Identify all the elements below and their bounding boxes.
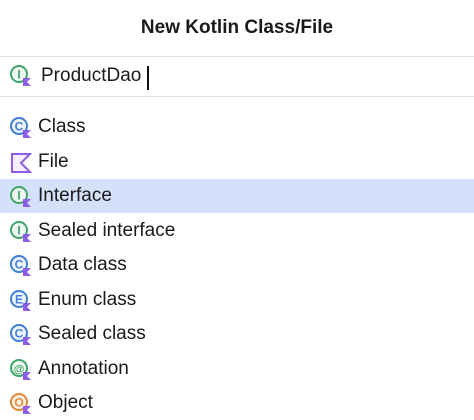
kotlin-interface-icon: I [9,185,33,209]
kind-label: Class [38,116,86,137]
kind-item-interface[interactable]: I Interface [0,179,474,213]
kotlin-file-icon [9,151,33,175]
svg-text:@: @ [14,363,25,375]
kind-label: Interface [38,185,112,206]
kind-label: Data class [38,254,127,275]
class-name-input[interactable] [38,62,461,90]
kotlin-annotation-icon: @ [9,358,33,382]
kind-label: Object [38,392,93,413]
kind-item-class[interactable]: C Class [0,110,474,144]
kind-item-object[interactable]: O Object [0,386,474,420]
kind-item-file[interactable]: File [0,145,474,179]
kind-item-sealed-class[interactable]: C Sealed class [0,317,474,351]
kind-item-enum-class[interactable]: E Enum class [0,283,474,317]
kind-label: Annotation [38,357,129,379]
kotlin-class-icon: C [9,116,33,140]
svg-text:E: E [15,292,23,306]
dialog-title: New Kotlin Class/File [0,0,474,57]
kind-label: Sealed interface [38,219,176,241]
svg-text:C: C [15,120,24,134]
text-caret [147,66,149,90]
svg-text:C: C [15,327,24,341]
kotlin-object-icon: O [9,392,33,416]
kotlin-class-icon: C [9,254,33,278]
kind-label: Sealed class [38,323,146,344]
svg-text:I: I [17,68,20,82]
kotlin-interface-icon: I [9,64,33,88]
new-kotlin-class-dialog: New Kotlin Class/File I C Class File I Inter… [0,0,474,414]
kind-item-sealed-interface[interactable]: I Sealed interface [0,214,474,248]
kind-label: File [38,150,69,172]
kotlin-enum-icon: E [9,289,33,313]
kind-item-data-class[interactable]: C Data class [0,248,474,282]
svg-text:C: C [15,258,24,272]
kotlin-interface-icon: I [9,220,33,244]
svg-text:I: I [17,223,20,237]
kind-label: Enum class [38,288,137,310]
svg-text:I: I [17,189,20,203]
kotlin-class-icon: C [9,323,33,347]
kind-item-annotation[interactable]: @ Annotation [0,352,474,386]
name-row: I [0,57,474,97]
